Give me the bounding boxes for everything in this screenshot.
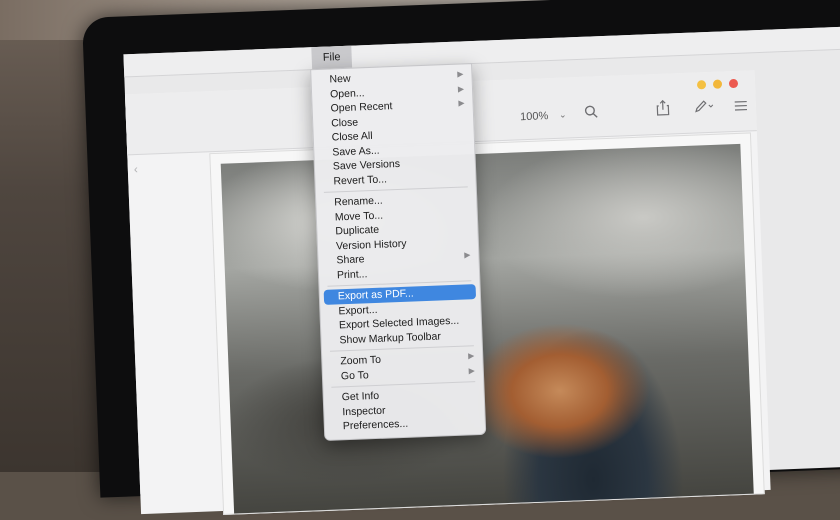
menu-item-label: Zoom To	[340, 354, 381, 368]
menu-item-label: Save Versions	[333, 158, 401, 173]
submenu-arrow-icon: ▶	[458, 96, 465, 111]
menu-item-label: Go To	[341, 369, 369, 382]
file-menu: New▶Open...▶Open Recent▶CloseClose AllSa…	[310, 63, 486, 440]
markup-pen-icon[interactable]	[694, 99, 715, 117]
menu-item-label: Export...	[338, 303, 378, 316]
share-icon[interactable]	[656, 100, 671, 120]
minimize-button[interactable]	[697, 80, 706, 89]
menu-bar: File	[123, 25, 840, 77]
menu-item-label: Open...	[330, 87, 365, 100]
menu-bar-file[interactable]: File	[311, 46, 352, 70]
menu-item-label: Save As...	[332, 144, 380, 158]
close-window-button[interactable]	[729, 79, 738, 88]
menu-item-label: Move To...	[335, 209, 384, 223]
menu-item-label: Revert To...	[333, 173, 387, 187]
menu-item-label: Close All	[332, 130, 373, 144]
submenu-arrow-icon: ▶	[458, 82, 465, 97]
menu-item-label: Rename...	[334, 195, 383, 209]
menu-item-label: New	[329, 73, 350, 86]
menu-item-label: Share	[336, 253, 364, 266]
menu-item-label: Inspector	[342, 404, 386, 418]
chevron-left-icon[interactable]: ‹	[134, 162, 139, 176]
submenu-arrow-icon: ▶	[468, 349, 475, 364]
menu-item-label: Version History	[336, 237, 407, 252]
screen: File 100% ⌄	[123, 25, 840, 494]
menu-item-label: Duplicate	[335, 224, 379, 238]
menu-item-label: Show Markup Toolbar	[339, 330, 441, 346]
submenu-arrow-icon: ▶	[468, 364, 475, 379]
menu-item-label: Close	[331, 116, 358, 129]
menu-item-label: Preferences...	[343, 418, 409, 433]
zoom-level[interactable]: 100%	[520, 110, 549, 123]
laptop-bezel: File 100% ⌄	[82, 0, 840, 498]
sidebar-list-icon[interactable]	[734, 99, 749, 116]
zoom-window-button[interactable]	[713, 79, 722, 88]
search-icon[interactable]	[584, 104, 599, 122]
submenu-arrow-icon: ▶	[457, 67, 464, 82]
menu-item-label: Export as PDF...	[338, 287, 414, 302]
menu-item-label: Open Recent	[330, 100, 392, 114]
submenu-arrow-icon: ▶	[464, 248, 471, 263]
menu-item-label: Get Info	[342, 390, 380, 403]
document-photo	[221, 144, 754, 514]
menu-item-label: Print...	[337, 268, 368, 281]
chevron-down-icon[interactable]: ⌄	[559, 109, 567, 120]
document-page	[209, 132, 764, 515]
